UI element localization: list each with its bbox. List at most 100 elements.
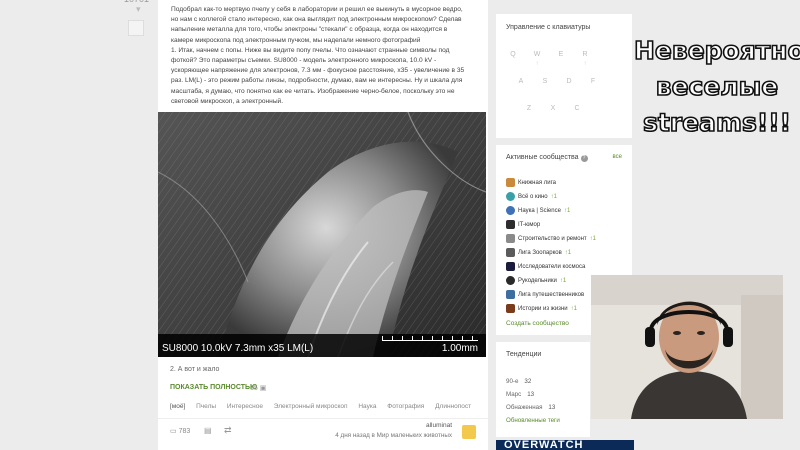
panel-title-text: Активные сообщества [506,154,579,161]
keyboard-panel: Управление с клавиатуры Q W ↑ E R ↑ A S … [496,14,632,138]
new-posts-badge: ↑1 [589,236,596,243]
ad-label: OVERWATCH [504,440,584,450]
tag[interactable]: Фотография [387,403,424,410]
key-w: W [533,51,541,58]
new-posts-badge: ↑1 [563,208,571,215]
key-e: E [558,51,564,58]
panel-title: Активные сообщества ? [506,154,588,162]
help-icon[interactable]: ? [580,155,588,162]
key-r: R [582,51,588,58]
all-communities-link[interactable]: все [613,154,622,160]
community-name: Лига путешественников [518,292,585,299]
community-name: Наука | Science [518,208,561,215]
community-item[interactable]: Рукодельники ↑1 [506,276,566,288]
comments-count: 783 [178,428,191,435]
community-name: IT-юмор [518,222,541,229]
community-name: Истории из жизни [518,306,568,313]
trend-item[interactable]: Марс 13 [506,391,534,398]
arrow-up-icon: ↑ [535,61,539,67]
share-button[interactable] [128,20,144,36]
trend-count: 13 [527,391,535,398]
key-f: F [590,78,596,85]
streamer-video [591,275,783,419]
community-name: Лига Зоопарков [518,250,562,257]
new-posts-count: 1 [566,208,571,215]
tag[interactable]: Наука [358,403,376,410]
overlay-line: веселые [655,71,779,102]
scale-bar [382,335,478,341]
story-footer: ▭ 783 ▤ ⇄ alluminat 4 дня назад в Мир ма… [158,418,488,450]
author-meta[interactable]: 4 дня назад в Мир маленьких животных [335,432,452,439]
key-q: Q [510,51,516,58]
scale-label: 1.00mm [441,343,478,354]
comments-button[interactable]: ▭ 783 [170,427,190,435]
story-gutter: 10701 ▾ [108,0,158,450]
ad-banner[interactable]: OVERWATCH [496,440,634,450]
key-c: C [574,105,580,112]
trend-name: 90-е [506,378,519,385]
new-posts-count: 1 [567,250,572,257]
author-name[interactable]: alluminat [426,422,452,429]
story-paragraph: 1. Итак, начнем с попы. Ниже вы видите п… [171,46,465,105]
key-d: D [566,78,572,85]
image-count-value: 15 [250,385,258,392]
create-community-link[interactable]: Создать сообщество [506,320,569,327]
trend-count: 13 [548,404,556,411]
key-x: X [550,105,556,112]
community-item[interactable]: Лига путешественников [506,290,584,302]
community-item[interactable]: IT-юмор [506,220,540,232]
tag[interactable]: Длиннопост [435,403,471,410]
community-icon [506,290,515,299]
community-item[interactable]: Строительство и ремонт ↑1 [506,234,596,246]
trend-count: 32 [524,378,532,385]
key-s: S [542,78,548,85]
repost-icon[interactable]: ⇄ [224,425,232,436]
new-posts-badge: ↑1 [559,278,567,285]
new-posts-count: 1 [573,306,577,313]
community-item[interactable]: Всё о кино ↑1 [506,192,557,204]
community-avatar[interactable] [462,425,476,439]
new-posts-badge: ↑1 [570,306,577,313]
story-body: Подобрал как-то мертвую пчелу у себя в л… [171,5,471,107]
trend-item[interactable]: Обнаженная 13 [506,404,555,411]
community-name: Книжная лига [518,180,556,187]
community-item[interactable]: Исследователи космоса [506,262,585,274]
community-icon [506,206,515,215]
story-card: Подобрал как-то мертвую пчелу у себя в л… [158,0,488,450]
community-item[interactable]: Лига Зоопарков ↑1 [506,248,571,260]
community-item[interactable]: Книжная лига [506,178,556,190]
trend-name: Марс [506,391,522,398]
camera-icon: ▣ [259,385,267,392]
community-name: Рукодельники [518,278,557,285]
community-icon [506,276,515,285]
new-posts-count: 1 [592,236,596,243]
save-icon[interactable]: ▤ [204,426,212,435]
bee-micrograph [158,112,486,357]
community-name: Исследователи космоса [518,264,586,271]
sem-image[interactable]: SU8000 10.0kV 7.3mm x35 LM(L) 1.00mm [158,112,486,357]
tag[interactable]: Интересное [227,403,263,410]
stream-overlay-text: Невероятно веселые streams!!! [633,33,800,141]
tag[interactable]: [моё] [170,403,185,410]
story-paragraph: Подобрал как-то мертвую пчелу у себя в л… [171,6,463,44]
sem-parameters: SU8000 10.0kV 7.3mm x35 LM(L) [162,343,314,354]
community-icon [506,248,515,257]
tag[interactable]: Электронный микроскоп [274,403,348,410]
tag-list: [моё] Пчелы Интересное Электронный микро… [170,403,480,410]
panel-title: Управление с клавиатуры [506,24,591,31]
community-icon [506,262,515,271]
trend-name: Обнаженная [506,404,543,411]
community-icon [506,234,515,243]
community-item[interactable]: Наука | Science ↑1 [506,206,570,218]
community-icon [506,178,515,187]
community-item[interactable]: Истории из жизни ↑1 [506,304,577,316]
trends-panel: Тенденции 90-е 32 Марс 13 Обнаженная 13 Обн… [496,342,590,437]
trend-item[interactable]: 90-е 32 [506,378,531,385]
updated-tags-link[interactable]: Обновленные теги [506,417,560,424]
chevron-down-icon[interactable]: ▾ [136,4,141,15]
arrow-up-icon: ↑ [583,61,587,67]
show-full-button[interactable]: ПОКАЗАТЬ ПОЛНОСТЬЮ [170,384,257,391]
comment-icon: ▭ [170,428,177,435]
tag[interactable]: Пчелы [196,403,216,410]
image-count: 15 ▣ [250,384,266,392]
